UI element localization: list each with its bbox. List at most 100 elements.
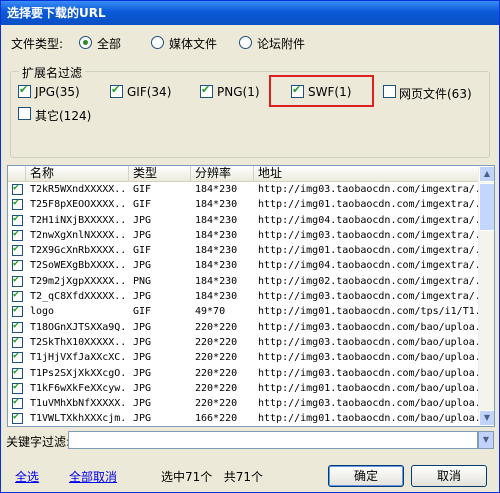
row-resolution: 184*230 xyxy=(195,245,238,257)
table-row[interactable]: T1VWLTXkhXXXcjm... JPG 166*220 http://img01… xyxy=(8,411,479,426)
table-row[interactable]: T1Ps2SXjXkXXcgO... JPG 220*220 http://img03… xyxy=(8,366,479,382)
scroll-down-button[interactable]: ▼ xyxy=(479,410,494,426)
checkbox-other-label[interactable]: 其它(124) xyxy=(35,107,91,124)
row-resolution: 220*220 xyxy=(195,352,238,364)
scroll-up-button[interactable]: ▲ xyxy=(479,166,494,182)
row-type: JPG xyxy=(133,352,152,364)
row-resolution: 184*230 xyxy=(195,184,238,195)
radio-all[interactable] xyxy=(79,36,92,49)
url-list[interactable]: 名称 类型 分辨率 地址 T2kR5WXndXXXXX... GIF 184*230… xyxy=(7,165,495,427)
row-url: http://img04.taobaocdn.com/imgextra/... xyxy=(258,260,478,272)
radio-media-label[interactable]: 媒体文件 xyxy=(169,35,217,52)
checkbox-webpage[interactable] xyxy=(383,85,396,98)
scroll-thumb[interactable] xyxy=(479,183,494,231)
checkbox-swf[interactable] xyxy=(291,83,304,98)
table-row[interactable]: T29m2jXgpXXXXX... PNG 184*230 http://img02.… xyxy=(8,274,479,290)
checkbox-webpage-label[interactable]: 网页文件(63) xyxy=(399,85,472,102)
keyword-dropdown-button[interactable]: ▼ xyxy=(478,431,494,449)
header-type[interactable]: 类型 xyxy=(129,166,191,182)
row-resolution: 184*230 xyxy=(195,275,238,287)
header-name[interactable]: 名称 xyxy=(26,166,129,182)
checkbox-gif[interactable] xyxy=(110,83,123,98)
row-name: T2nwXgXnlNXXXX... xyxy=(30,229,128,241)
row-checkbox[interactable] xyxy=(12,258,23,272)
table-row[interactable]: T2SoWEXgBbXXXX... JPG 184*230 http://img04.… xyxy=(8,258,479,274)
table-row[interactable]: T2X9GcXnRbXXXX... GIF 184*230 http://img01.… xyxy=(8,243,479,259)
row-name: T1kF6wXkFeXXcyw... xyxy=(30,382,128,394)
row-resolution: 49*70 xyxy=(195,306,226,318)
row-checkbox[interactable] xyxy=(12,335,23,348)
checkbox-jpg-label[interactable]: JPG(35) xyxy=(35,85,80,99)
row-checkbox[interactable] xyxy=(12,411,23,425)
download-url-dialog: 选择要下载的URL 文件类型: 全部 媒体文件 论坛附件 扩展名过滤 JPG(3… xyxy=(0,0,500,493)
row-resolution: 220*220 xyxy=(195,336,238,348)
table-row[interactable]: T2SkThX10XXXXX... JPG 220*220 http://img03.… xyxy=(8,335,479,351)
row-checkbox[interactable] xyxy=(12,381,23,394)
row-url: http://img03.taobaocdn.com/imgextra/... xyxy=(258,229,478,241)
row-checkbox[interactable] xyxy=(12,243,23,257)
table-row[interactable]: T1kF6wXkFeXXcyw... JPG 220*220 http://img01… xyxy=(8,381,479,397)
checkbox-png[interactable] xyxy=(200,83,213,98)
select-all-link[interactable]: 全选 xyxy=(15,468,39,485)
row-checkbox[interactable] xyxy=(12,366,23,379)
header-url[interactable]: 地址 xyxy=(254,166,479,182)
keyword-filter-input[interactable] xyxy=(68,431,478,449)
checkbox-swf-label[interactable]: SWF(1) xyxy=(308,85,351,99)
checkbox-gif-label[interactable]: GIF(34) xyxy=(127,85,171,99)
table-row[interactable]: T25F8pXEOOXXXX... GIF 184*230 http://img01.… xyxy=(8,197,479,213)
keyword-filter-label: 关键字过滤: xyxy=(6,435,71,449)
row-checkbox[interactable] xyxy=(12,350,23,364)
row-name: T18OGnXJTSXXa9Q... xyxy=(30,321,128,333)
row-resolution: 220*220 xyxy=(195,321,238,333)
table-row[interactable]: T18OGnXJTSXXa9Q... JPG 220*220 http://img03… xyxy=(8,320,479,336)
ext-filter-title: 扩展名过滤 xyxy=(19,64,86,81)
row-name: T2SkThX10XXXXX... xyxy=(30,336,128,348)
radio-media[interactable] xyxy=(151,36,164,49)
row-checkbox[interactable] xyxy=(12,304,23,318)
row-checkbox[interactable] xyxy=(12,197,23,211)
row-url: http://img01.taobaocdn.com/bao/uploa... xyxy=(258,413,478,425)
keyword-filter-row: 关键字过滤: ▼ xyxy=(6,431,494,449)
checkbox-other[interactable] xyxy=(18,107,31,120)
row-checkbox[interactable] xyxy=(12,396,23,410)
checkbox-png-label[interactable]: PNG(1) xyxy=(217,85,260,99)
row-resolution: 220*220 xyxy=(195,398,238,410)
table-row[interactable]: logo GIF 49*70 http://img01.taobaocdn.com/t… xyxy=(8,304,479,320)
cancel-button[interactable]: 取消 xyxy=(411,465,487,487)
header-check-col[interactable] xyxy=(8,166,26,182)
list-header: 名称 类型 分辨率 地址 xyxy=(8,166,479,182)
row-checkbox[interactable] xyxy=(12,182,23,195)
row-resolution: 184*230 xyxy=(195,199,238,211)
table-row[interactable]: T2nwXgXnlNXXXX... JPG 184*230 http://img03.… xyxy=(8,228,479,244)
table-row[interactable]: T2kR5WXndXXXXX... GIF 184*230 http://img03.… xyxy=(8,182,479,198)
file-type-label: 文件类型: xyxy=(11,37,64,51)
table-row[interactable]: T2H1iNXjBXXXXX... JPG 184*230 http://img04.… xyxy=(8,213,479,229)
deselect-all-link[interactable]: 全部取消 xyxy=(69,468,117,485)
row-checkbox[interactable] xyxy=(12,289,23,303)
vertical-scrollbar[interactable]: ▲ ▼ xyxy=(478,166,494,426)
row-name: T2kR5WXndXXXXX... xyxy=(30,184,128,195)
checkbox-jpg[interactable] xyxy=(18,83,31,98)
row-type: JPG xyxy=(133,229,152,241)
header-resolution[interactable]: 分辨率 xyxy=(191,166,254,182)
row-url: http://img03.taobaocdn.com/bao/uploa... xyxy=(258,352,478,364)
row-checkbox[interactable] xyxy=(12,228,23,241)
table-row[interactable]: T1jHjVXfJaXXcXC... JPG 220*220 http://img03… xyxy=(8,350,479,366)
radio-forum-label[interactable]: 论坛附件 xyxy=(257,35,305,52)
row-name: T2X9GcXnRbXXXX... xyxy=(30,245,128,257)
radio-all-label[interactable]: 全部 xyxy=(97,35,121,52)
row-checkbox[interactable] xyxy=(12,320,23,333)
radio-forum[interactable] xyxy=(239,36,252,49)
row-checkbox[interactable] xyxy=(12,213,23,226)
ok-button[interactable]: 确定 xyxy=(328,465,404,487)
row-type: JPG xyxy=(133,336,152,348)
row-resolution: 220*220 xyxy=(195,382,238,394)
row-name: T1jHjVXfJaXXcXC... xyxy=(30,352,128,364)
table-row[interactable]: T1uVMhXbNfXXXXX... JPG 220*220 http://img03… xyxy=(8,396,479,412)
window-title: 选择要下载的URL xyxy=(7,6,106,20)
row-type: GIF xyxy=(133,245,152,257)
row-url: http://img01.taobaocdn.com/tps/i1/T1... xyxy=(258,306,478,318)
table-row[interactable]: T2_qC8XfdXXXXX... JPG 184*230 http://img03.… xyxy=(8,289,479,305)
row-name: logo xyxy=(30,306,55,318)
row-checkbox[interactable] xyxy=(12,274,23,287)
